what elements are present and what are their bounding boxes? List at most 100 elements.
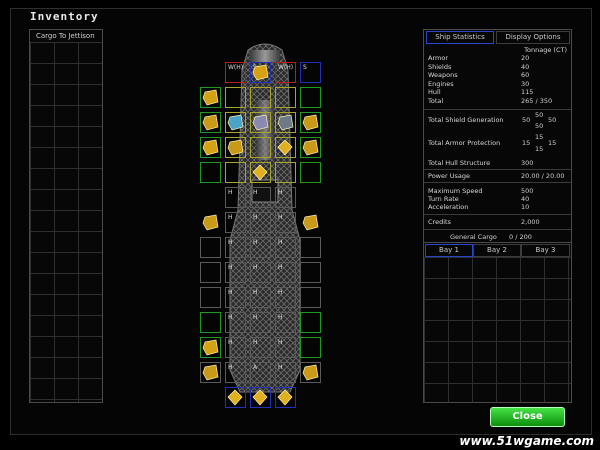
ship-statistics-panel: Ship Statistics Display Options Tonnage … xyxy=(423,29,572,258)
ship-slot[interactable]: H xyxy=(250,262,271,283)
ship-slot[interactable] xyxy=(300,237,321,258)
ship-slot[interactable]: S xyxy=(300,62,321,83)
credits-value: 2,000 xyxy=(521,218,540,226)
tonnage-shields-label: Shields xyxy=(428,62,452,71)
max-speed-label: Maximum Speed xyxy=(428,187,483,195)
ship-slot[interactable]: H xyxy=(275,237,296,258)
slot-type-label: H xyxy=(253,239,258,246)
ship-slot[interactable]: H xyxy=(225,262,246,283)
ship-slot[interactable]: H xyxy=(250,212,271,233)
tab-bay-1[interactable]: Bay 1 xyxy=(425,244,473,257)
armor-plate-icon[interactable] xyxy=(227,139,244,156)
ship-slot[interactable] xyxy=(250,87,271,108)
ship-slot[interactable]: A xyxy=(250,362,271,383)
engine-icon[interactable] xyxy=(277,139,294,156)
tonnage-shields-value: 40 xyxy=(521,62,530,71)
slot-type-label: H xyxy=(278,189,283,196)
acceleration-value: 10 xyxy=(521,203,530,211)
shield-generator-icon[interactable] xyxy=(202,89,219,106)
ship-slot[interactable]: H xyxy=(225,312,246,333)
ship-slot[interactable] xyxy=(275,87,296,108)
shield-generator-icon[interactable] xyxy=(202,139,219,156)
slot-type-label: H xyxy=(228,289,233,296)
max-speed-value: 500 xyxy=(521,187,534,195)
ship-slot[interactable]: H xyxy=(225,287,246,308)
ship-slot[interactable]: W(H) xyxy=(225,62,246,83)
ship-slot[interactable] xyxy=(300,287,321,308)
armor-plate-icon[interactable] xyxy=(202,364,219,381)
tab-bay-2[interactable]: Bay 2 xyxy=(473,244,521,257)
ship-slot[interactable] xyxy=(300,337,321,358)
watermark: www.51wgame.com xyxy=(459,434,594,448)
ship-slot[interactable]: H xyxy=(250,337,271,358)
ship-slot[interactable]: H xyxy=(225,187,246,208)
ship-slot[interactable] xyxy=(250,137,271,158)
ship-slot[interactable] xyxy=(300,162,321,183)
engine-icon[interactable] xyxy=(227,389,244,406)
tab-bay-3[interactable]: Bay 3 xyxy=(521,244,570,257)
ship-slot[interactable] xyxy=(225,87,246,108)
ship-slot[interactable] xyxy=(300,262,321,283)
tab-ship-statistics[interactable]: Ship Statistics xyxy=(426,31,494,44)
ship-slot[interactable]: H xyxy=(225,212,246,233)
ship-slot[interactable] xyxy=(200,162,221,183)
slot-type-label: H xyxy=(228,189,233,196)
engine-icon[interactable] xyxy=(252,389,269,406)
general-cargo-value: 0 / 200 xyxy=(509,233,532,241)
ship-slot[interactable] xyxy=(275,162,296,183)
ship-slot[interactable]: H xyxy=(275,337,296,358)
slot-type-label: H xyxy=(228,364,233,371)
ship-slot[interactable]: H xyxy=(250,287,271,308)
armor-plate-icon[interactable] xyxy=(202,214,219,231)
cannon-icon[interactable] xyxy=(277,114,294,131)
ship-slot[interactable]: H xyxy=(225,362,246,383)
slot-type-label: H xyxy=(278,214,283,221)
slot-type-label: H xyxy=(278,314,283,321)
satellite-icon[interactable] xyxy=(252,114,269,131)
ship-slot[interactable]: H xyxy=(275,212,296,233)
shield-generator-icon[interactable] xyxy=(202,339,219,356)
ship-slot[interactable]: H xyxy=(275,262,296,283)
divider xyxy=(424,109,571,110)
armor-plate-icon[interactable] xyxy=(302,114,319,131)
ship-slot[interactable] xyxy=(200,237,221,258)
crystal-icon[interactable] xyxy=(227,114,244,131)
slot-type-label: W(H) xyxy=(278,64,294,71)
ship-slot[interactable]: H xyxy=(275,287,296,308)
slot-type-label: H xyxy=(228,314,233,321)
close-button[interactable]: Close xyxy=(490,407,565,427)
tonnage-armor-label: Armor xyxy=(428,54,448,62)
ship-slot[interactable] xyxy=(300,87,321,108)
armor-plate-icon[interactable] xyxy=(302,139,319,156)
engine-icon[interactable] xyxy=(277,389,294,406)
armor-plate-icon[interactable] xyxy=(302,364,319,381)
ship-slot[interactable]: H xyxy=(250,237,271,258)
ship-slot[interactable]: W(H) xyxy=(275,62,296,83)
cargo-jettison-grid[interactable] xyxy=(30,42,102,402)
armor-protection-top: 15 xyxy=(535,133,544,141)
slot-type-label: H xyxy=(228,214,233,221)
ship-slot[interactable]: H xyxy=(225,337,246,358)
tab-display-options[interactable]: Display Options xyxy=(496,31,570,44)
slot-type-label: H xyxy=(253,289,258,296)
ship-slot[interactable] xyxy=(200,262,221,283)
ship-slot[interactable]: H xyxy=(250,187,271,208)
cargo-bay-grid[interactable] xyxy=(424,257,571,402)
ship-slot[interactable]: H xyxy=(275,362,296,383)
ship-slot[interactable] xyxy=(200,287,221,308)
ship-slot[interactable] xyxy=(200,312,221,333)
armor-plate-icon[interactable] xyxy=(302,214,319,231)
slot-type-label: H xyxy=(228,339,233,346)
ship-slot[interactable] xyxy=(225,162,246,183)
ship-slot[interactable]: H xyxy=(250,312,271,333)
ship-slot[interactable] xyxy=(300,312,321,333)
ship-slot[interactable]: H xyxy=(225,237,246,258)
armor-protection-right: 15 xyxy=(548,139,557,147)
ship-slot[interactable]: H xyxy=(275,187,296,208)
divider xyxy=(424,229,571,230)
acceleration-label: Acceleration xyxy=(428,203,469,211)
armor-plate-icon[interactable] xyxy=(202,114,219,131)
shield-generator-icon[interactable] xyxy=(252,64,269,81)
ship-slot[interactable]: H xyxy=(275,312,296,333)
engine-icon[interactable] xyxy=(252,164,269,181)
